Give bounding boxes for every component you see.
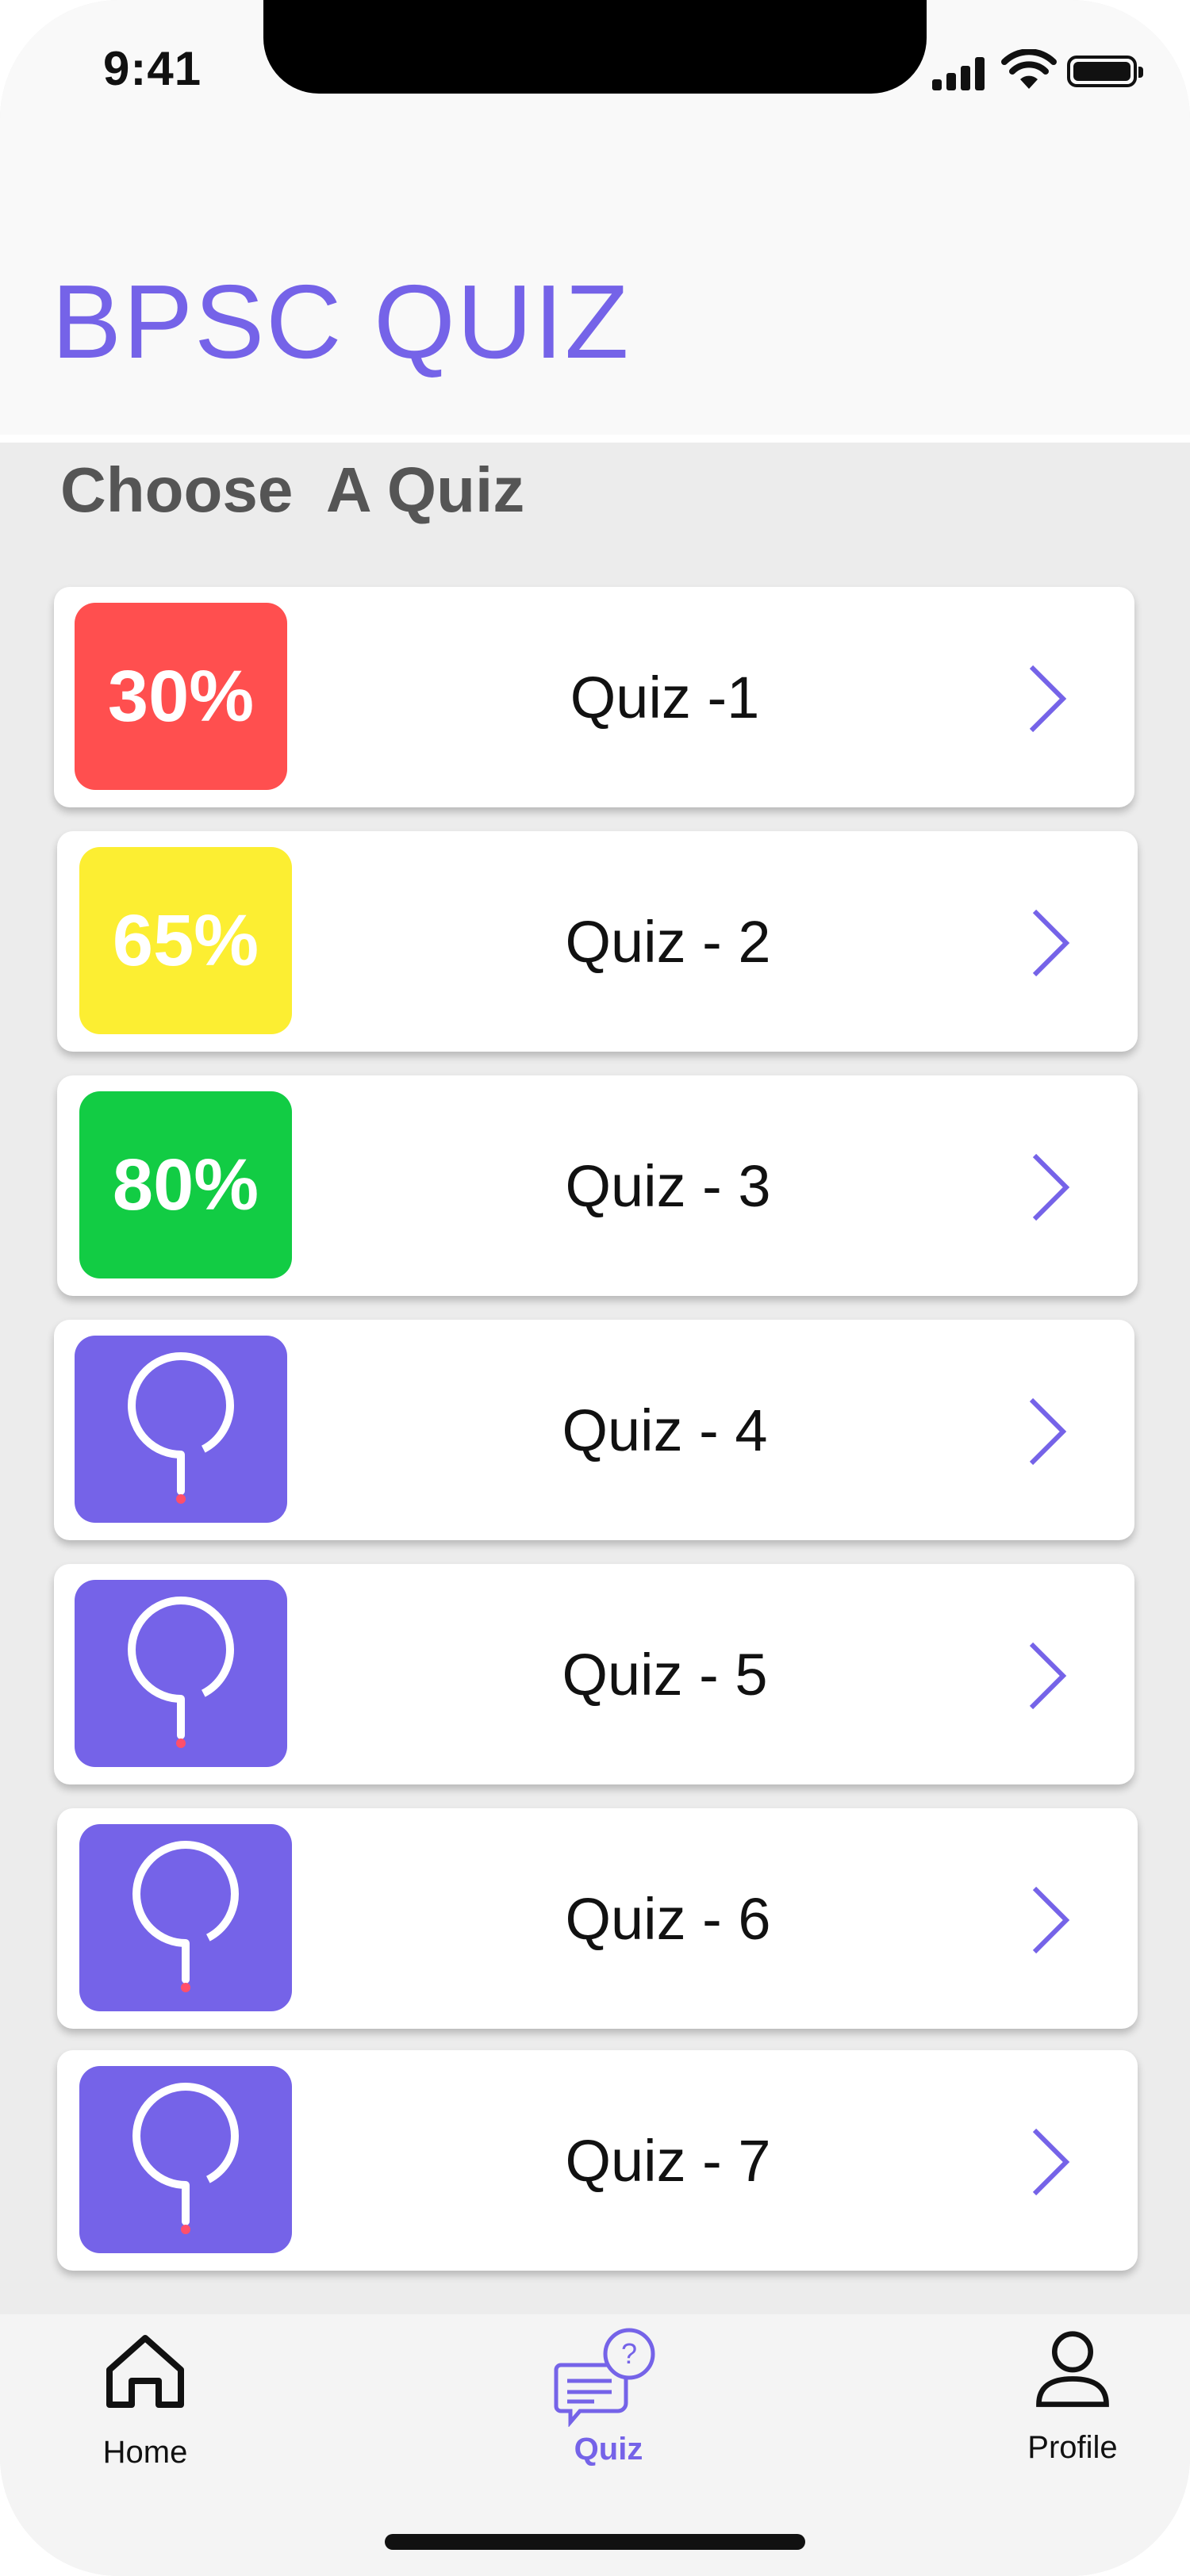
question-icon <box>132 1841 239 1992</box>
tab-quiz[interactable]: ? Quiz <box>521 2314 696 2520</box>
quiz-label: Quiz - 7 <box>565 2127 771 2194</box>
quiz-card-5[interactable]: Quiz - 5 <box>54 1564 1134 1784</box>
status-time: 9:41 <box>103 42 202 95</box>
chevron-right-icon[interactable] <box>1027 907 1074 979</box>
question-badge <box>75 1336 287 1523</box>
tab-home-label: Home <box>102 2435 188 2470</box>
quiz-label: Quiz -1 <box>570 664 760 730</box>
question-badge <box>79 2066 292 2253</box>
app-title: BPSC QUIZ <box>52 263 631 380</box>
chevron-right-icon[interactable] <box>1023 1395 1071 1468</box>
quiz-card-3[interactable]: 80% Quiz - 3 <box>57 1075 1138 1296</box>
home-icon <box>106 2335 184 2408</box>
score-badge: 30% <box>75 603 287 790</box>
quiz-label: Quiz - 3 <box>565 1152 771 1219</box>
question-icon <box>128 1352 234 1504</box>
question-icon <box>132 2083 239 2234</box>
signal-icon <box>932 56 989 90</box>
status-bar: 9:41 <box>0 0 1190 131</box>
quiz-card-7[interactable]: Quiz - 7 <box>57 2050 1138 2271</box>
quiz-card-4[interactable]: Quiz - 4 <box>54 1320 1134 1540</box>
question-icon <box>128 1597 234 1748</box>
quiz-card-1[interactable]: 30% Quiz -1 <box>54 587 1134 807</box>
score-badge: 65% <box>79 847 292 1034</box>
chevron-right-icon[interactable] <box>1027 1151 1074 1224</box>
score-badge: 80% <box>79 1091 292 1278</box>
quiz-label: Quiz - 5 <box>562 1641 768 1708</box>
chevron-right-icon[interactable] <box>1027 1884 1074 1957</box>
profile-icon <box>1036 2331 1109 2407</box>
chevron-right-icon[interactable] <box>1027 2126 1074 2198</box>
quiz-label: Quiz - 6 <box>565 1885 771 1952</box>
question-badge <box>79 1824 292 2011</box>
tab-home[interactable]: Home <box>58 2314 232 2520</box>
svg-text:?: ? <box>621 2337 637 2370</box>
quiz-label: Quiz - 4 <box>562 1397 768 1463</box>
battery-icon <box>1067 56 1143 87</box>
home-indicator[interactable] <box>385 2534 805 2550</box>
question-badge <box>75 1580 287 1767</box>
quiz-card-2[interactable]: 65% Quiz - 2 <box>57 831 1138 1052</box>
quiz-label: Quiz - 2 <box>565 908 771 975</box>
chevron-right-icon[interactable] <box>1023 1639 1071 1712</box>
tab-profile-label: Profile <box>1027 2430 1118 2465</box>
quiz-chat-icon: ? <box>554 2328 655 2427</box>
header-divider <box>0 435 1190 443</box>
section-title: Choose A Quiz <box>60 454 525 525</box>
tab-quiz-label: Quiz <box>574 2432 643 2467</box>
tab-profile[interactable]: Profile <box>985 2314 1160 2520</box>
chevron-right-icon[interactable] <box>1023 662 1071 735</box>
quiz-card-6[interactable]: Quiz - 6 <box>57 1808 1138 2029</box>
notch <box>263 0 927 94</box>
wifi-icon <box>1001 49 1057 89</box>
phone-screen: 9:41 BPSC QUIZ Choose A Quiz 30% Quiz -1… <box>0 0 1190 2576</box>
